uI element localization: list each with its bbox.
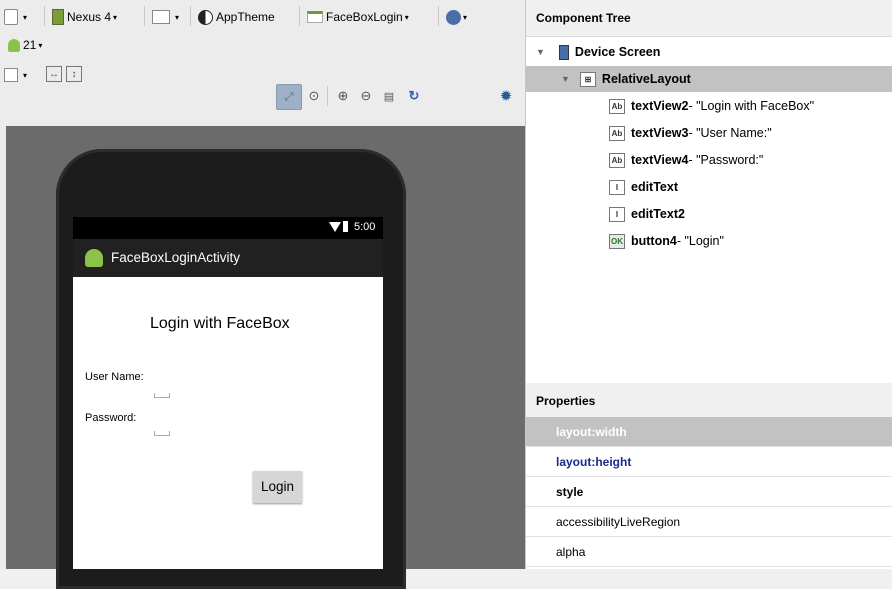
tree-item-id: button4 (631, 234, 677, 248)
tree-item-id: editText (631, 180, 678, 194)
property-row-accessibilityliveregion[interactable]: accessibilityLiveRegion (526, 507, 892, 537)
phone-icon (52, 9, 64, 25)
tree-item-label: Device Screen (574, 45, 661, 59)
zoom-fit-menu[interactable]: ▾ (4, 64, 27, 86)
activity-name: FaceBoxLogin (326, 10, 403, 24)
tree-item-edittext[interactable]: IeditText (609, 174, 678, 200)
toolbar-divider (299, 6, 300, 26)
tree-item-textview2[interactable]: Ab textView2 - "Login with FaceBox" (609, 93, 814, 119)
globe-icon (446, 9, 461, 25)
tree-item-textview3[interactable]: Ab textView3 - "User Name:" (609, 120, 772, 146)
wifi-icon (329, 222, 341, 232)
fit-height-icon[interactable]: ↕ (66, 66, 82, 82)
tree-item-id: textView3 (631, 126, 689, 140)
login-heading[interactable]: Login with FaceBox (150, 315, 290, 333)
textview-icon: Ab (609, 152, 625, 168)
component-tree-header: Component Tree (526, 0, 892, 37)
password-field[interactable] (154, 431, 170, 436)
user-name-field[interactable] (154, 393, 170, 398)
app-title: FaceBoxLoginActivity (111, 250, 241, 265)
property-row-layout-height[interactable]: layout:height (526, 447, 892, 477)
layout-editor: ▾ Nexus 4 ▾ ▾ AppTheme FaceBoxLogin ▾ ▾ 21… (0, 0, 525, 589)
tree-item-text: - "User Name:" (688, 126, 772, 140)
device-screen-icon (558, 44, 569, 60)
property-row-alpha[interactable]: alpha (526, 537, 892, 567)
theme-selector[interactable]: AppTheme (198, 6, 275, 28)
api-level: 21 (23, 38, 37, 52)
status-time: 5:00 (354, 221, 376, 233)
status-bar: 5:00 (73, 217, 383, 239)
zoom-in-icon[interactable]: ⊕ (334, 87, 352, 105)
tree-item-text: - "Login" (676, 234, 724, 248)
palette-device-menu[interactable]: ▾ (4, 6, 27, 28)
toolbar-divider (438, 6, 439, 26)
app-launcher-icon (85, 249, 103, 267)
zoom-actual-icon[interactable]: ⊙ (305, 87, 323, 105)
layout-preview-screen[interactable]: Login with FaceBox User Name: Password: … (73, 277, 383, 569)
button-icon: OK (609, 233, 625, 249)
api-level-selector[interactable]: 21 ▾ (8, 34, 42, 56)
tree-item-edittext2[interactable]: IeditText2 (609, 201, 685, 227)
expand-arrow-icon: ▼ (536, 47, 545, 57)
toolbar-divider (144, 6, 145, 26)
device-frame-icon (4, 9, 18, 25)
settings-gear-icon[interactable]: ✹ (497, 87, 515, 105)
refresh-icon[interactable]: ↻ (405, 87, 423, 105)
side-panel: Component Tree ▼ Device Screen ▼ ⊞ Relat… (525, 0, 892, 569)
action-bar: FaceBoxLoginActivity (73, 239, 383, 277)
fit-screen-icon (4, 68, 18, 82)
activity-icon (307, 11, 323, 23)
expand-arrow-icon: ▼ (561, 74, 570, 84)
properties-header: Properties (526, 383, 892, 420)
tree-item-id: textView4 (631, 153, 689, 167)
property-row-layout-width[interactable]: layout:width (526, 417, 892, 447)
battery-icon (343, 221, 348, 232)
user-name-label[interactable]: User Name: (85, 371, 144, 383)
activity-selector[interactable]: FaceBoxLogin ▾ (307, 6, 409, 28)
tree-item-label: RelativeLayout (601, 72, 691, 86)
orientation-selector[interactable]: ▾ (152, 6, 179, 28)
screenshot-icon[interactable]: ▤ (380, 87, 398, 105)
textview-icon: Ab (609, 98, 625, 114)
tree-item-id: textView2 (631, 99, 689, 113)
device-name: Nexus 4 (67, 10, 112, 24)
password-label[interactable]: Password: (85, 412, 136, 424)
tree-item-text: - "Password:" (688, 153, 764, 167)
device-selector[interactable]: Nexus 4 ▾ (52, 6, 117, 28)
login-button[interactable]: Login (253, 471, 302, 503)
edittext-icon: I (609, 179, 625, 195)
theme-icon (198, 9, 213, 25)
tree-item-device-screen[interactable]: ▼ Device Screen (536, 39, 660, 65)
tree-item-id: editText2 (631, 207, 685, 221)
edittext-icon: I (609, 206, 625, 222)
property-row-style[interactable]: style (526, 477, 892, 507)
toolbar-divider (190, 6, 191, 26)
relativelayout-icon: ⊞ (579, 71, 596, 87)
textview-icon: Ab (609, 125, 625, 141)
android-icon (8, 38, 20, 52)
locale-selector[interactable]: ▾ (446, 6, 467, 28)
fit-width-icon[interactable]: ↔ (46, 66, 62, 82)
zoom-out-icon[interactable]: ⊖ (357, 87, 375, 105)
theme-name: AppTheme (216, 10, 275, 24)
zoom-to-fit-icon[interactable]: ⤢ (276, 84, 302, 110)
tree-item-button4[interactable]: OK button4 - "Login" (609, 228, 724, 254)
tree-item-textview4[interactable]: Ab textView4 - "Password:" (609, 147, 763, 173)
toolbar-divider (327, 86, 328, 106)
orientation-icon (152, 10, 170, 24)
toolbar-divider (44, 6, 45, 26)
tree-item-relativelayout[interactable]: ▼ ⊞ RelativeLayout (526, 66, 892, 92)
tree-item-text: - "Login with FaceBox" (688, 99, 815, 113)
